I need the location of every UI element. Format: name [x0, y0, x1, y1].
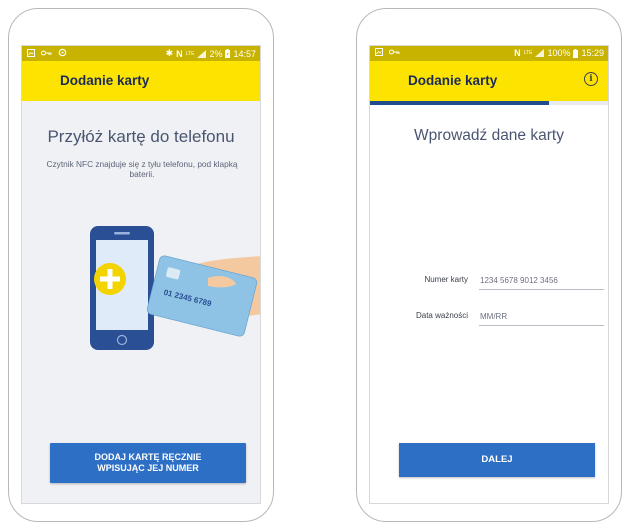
lte-icon: LTE	[523, 50, 533, 56]
app-bar-title: Dodanie karty	[408, 73, 498, 88]
battery-percent: 2%	[209, 48, 223, 59]
image-icon	[27, 48, 35, 57]
add-card-manually-label: DODAJ KARTĘ RĘCZNIE WPISUJĄC JEJ NUMER	[94, 452, 202, 473]
nfc-hint-text: Czytnik NFC znajduje się z tyłu telefonu…	[46, 159, 238, 179]
app-bar: Dodanie karty	[22, 61, 260, 101]
next-button[interactable]: DALEJ	[399, 443, 595, 477]
key-icon	[389, 49, 400, 55]
card-number-input[interactable]	[479, 272, 604, 290]
key-icon	[41, 50, 52, 55]
sync-icon	[58, 48, 67, 57]
signal-icon	[197, 49, 207, 58]
expiry-date-label: Data ważności	[415, 311, 468, 320]
page-title: Wprowadź dane karty	[414, 127, 564, 144]
phone-card-illustration: 01 2345 6789	[90, 226, 260, 350]
battery-icon	[573, 48, 579, 58]
status-bar: N LTE 100% 15:29	[370, 46, 608, 61]
page-title: Przyłóż kartę do telefonu	[47, 127, 235, 146]
status-time: 15:29	[581, 48, 604, 58]
expiry-date-row: Data ważności	[370, 308, 608, 330]
battery-percent: 100%	[547, 48, 571, 58]
nfc-content: Przyłóż kartę do telefonu Czytnik NFC zn…	[22, 101, 260, 503]
card-number-label: Numer karty	[424, 275, 468, 284]
battery-charging-icon	[225, 49, 231, 58]
app-bar: Dodanie karty i	[370, 61, 608, 101]
app-bar-title: Dodanie karty	[60, 73, 150, 88]
card-form-content: Wprowadź dane karty Numer karty Data waż…	[370, 105, 608, 503]
phone-frame-left: ✱ N LTE 2% 14:57 Dodanie karty Przyłóż k…	[8, 8, 274, 522]
status-time: 14:57	[233, 48, 256, 59]
card-number-row: Numer karty	[370, 272, 608, 294]
bluetooth-icon: ✱	[165, 48, 174, 58]
nfc-icon: N	[176, 48, 183, 59]
phone-frame-right: N LTE 100% 15:29 Dodanie karty i Wprowad…	[356, 8, 622, 522]
add-card-manually-button[interactable]: DODAJ KARTĘ RĘCZNIE WPISUJĄC JEJ NUMER	[50, 443, 246, 483]
info-icon[interactable]: i	[584, 72, 598, 86]
status-bar: ✱ N LTE 2% 14:57	[22, 46, 260, 61]
nfc-icon: N	[514, 48, 521, 58]
image-icon	[375, 48, 383, 56]
expiry-date-input[interactable]	[479, 308, 604, 326]
lte-icon: LTE	[185, 50, 195, 57]
screen-card-form: N LTE 100% 15:29 Dodanie karty i Wprowad…	[369, 45, 609, 504]
signal-icon	[535, 49, 545, 57]
screen-nfc: ✱ N LTE 2% 14:57 Dodanie karty Przyłóż k…	[21, 45, 261, 504]
